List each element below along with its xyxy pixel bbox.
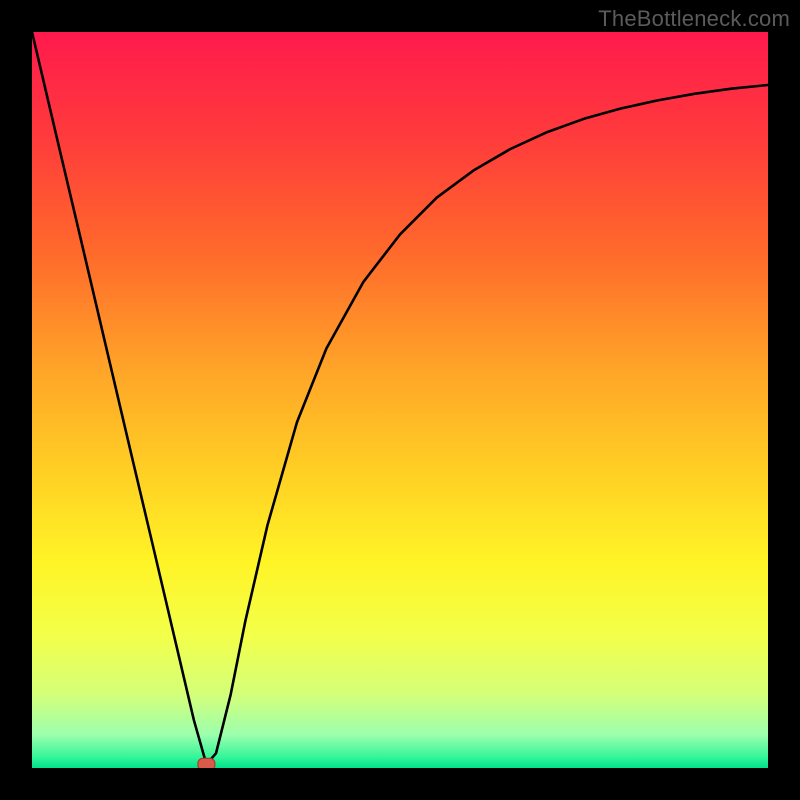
gradient-background (32, 32, 768, 768)
attribution-label: TheBottleneck.com (598, 6, 790, 32)
minimum-marker (198, 758, 215, 768)
bottleneck-chart (32, 32, 768, 768)
chart-frame: TheBottleneck.com (0, 0, 800, 800)
plot-area (32, 32, 768, 768)
